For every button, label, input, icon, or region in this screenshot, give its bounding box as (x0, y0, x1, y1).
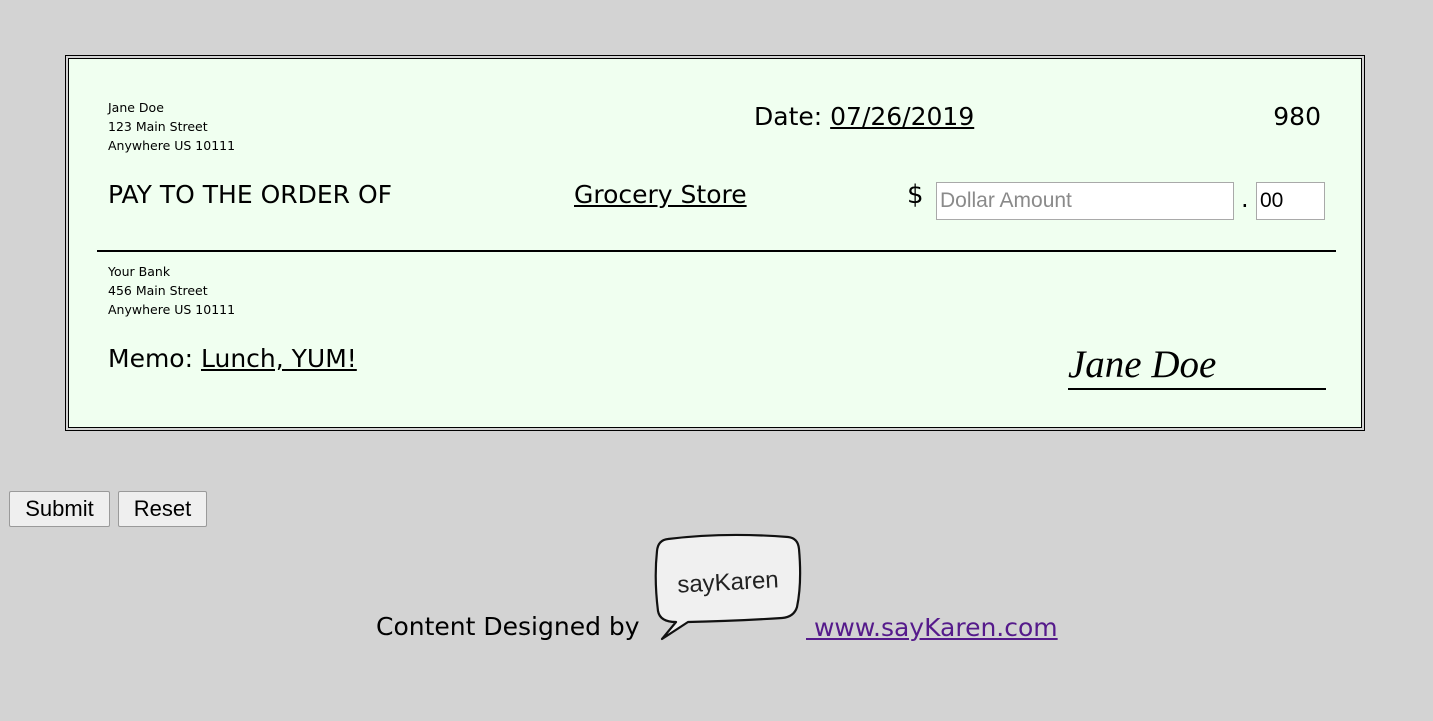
logo-text: sayKaren (677, 566, 780, 598)
payer-name: Jane Doe (108, 100, 164, 115)
payer-address: Jane Doe 123 Main Street Anywhere US 101… (108, 98, 235, 155)
signature: Jane Doe (1068, 342, 1326, 390)
check: Jane Doe 123 Main Street Anywhere US 101… (65, 55, 1365, 431)
date-field: Date: 07/26/2019 (754, 102, 974, 131)
check-divider (97, 250, 1336, 252)
dollar-amount-input[interactable] (936, 182, 1234, 220)
date-label: Date: (754, 102, 823, 131)
check-body: Jane Doe 123 Main Street Anywhere US 101… (68, 58, 1362, 428)
credit-label: Content Designed by (376, 612, 640, 641)
payer-city: Anywhere US 10111 (108, 138, 236, 153)
pay-to-label: PAY TO THE ORDER OF (108, 180, 393, 209)
memo-field: Memo: Lunch, YUM! (108, 344, 357, 373)
saykaren-logo: sayKaren (654, 533, 802, 645)
saykaren-link[interactable]: www.sayKaren.com (806, 613, 1058, 642)
submit-button[interactable]: Submit (9, 491, 110, 527)
cents-input[interactable] (1256, 182, 1325, 220)
bank-name: Your Bank (108, 264, 171, 279)
bank-address: Your Bank 456 Main Street Anywhere US 10… (108, 262, 235, 319)
bank-street: 456 Main Street (108, 283, 208, 298)
reset-button[interactable]: Reset (118, 491, 207, 527)
bank-city: Anywhere US 10111 (108, 302, 236, 317)
dollar-sign: $ (907, 180, 924, 210)
check-number: 980 (1273, 102, 1321, 131)
memo-value: Lunch, YUM! (200, 344, 357, 373)
payer-street: 123 Main Street (108, 119, 208, 134)
payee-name: Grocery Store (574, 180, 747, 209)
speech-bubble-icon: sayKaren (654, 533, 802, 641)
decimal-point: . (1241, 185, 1249, 213)
memo-label: Memo: (108, 344, 194, 373)
date-value: 07/26/2019 (830, 102, 975, 131)
